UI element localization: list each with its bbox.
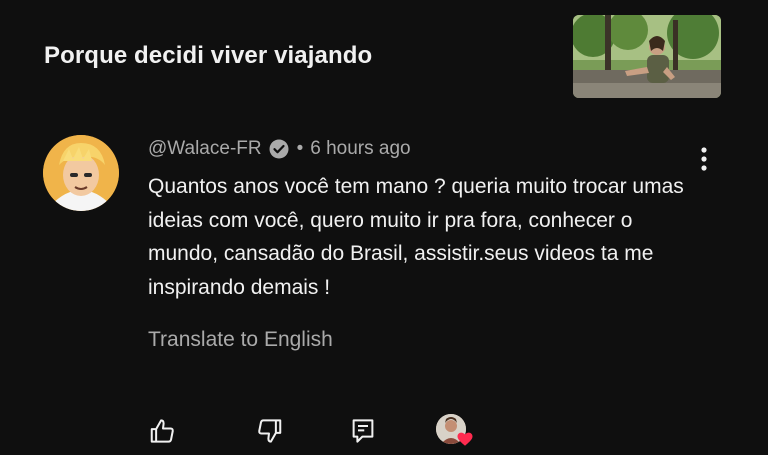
comment-text: Quantos anos você tem mano ? queria muit… — [148, 175, 684, 299]
thumbs-down-icon[interactable] — [254, 416, 284, 446]
heart-icon — [457, 432, 473, 446]
comment-time: 6 hours ago — [310, 138, 411, 159]
thumbs-up-icon[interactable] — [148, 416, 178, 446]
avatar-image — [43, 135, 119, 211]
verified-check-icon — [269, 139, 289, 159]
creator-heart-icon — [436, 414, 473, 450]
comment-meta: @Walace-FR • 6 hours ago — [148, 138, 411, 160]
author-avatar[interactable] — [43, 135, 119, 211]
video-thumbnail[interactable] — [573, 15, 721, 98]
meta-separator: • — [296, 138, 304, 159]
translate-button[interactable]: Translate to English — [148, 328, 333, 352]
thumbnail-image — [573, 15, 721, 98]
more-options-icon[interactable] — [692, 145, 716, 173]
reply-comment-icon[interactable] — [348, 416, 378, 446]
video-title[interactable]: Porque decidi viver viajando — [44, 42, 372, 70]
author-handle[interactable]: @Walace-FR — [148, 138, 262, 160]
